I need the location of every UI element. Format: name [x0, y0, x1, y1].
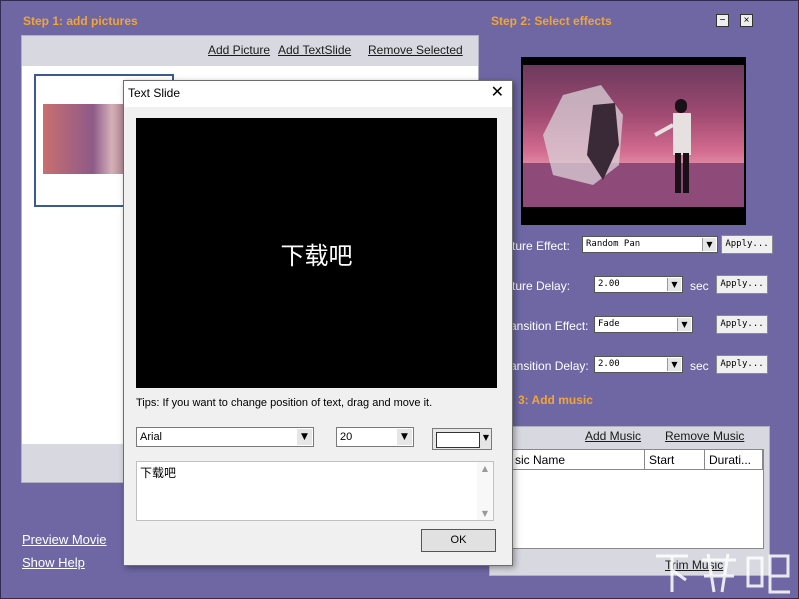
add-music-link[interactable]: Add Music [585, 429, 641, 443]
picture-effect-value: Random Pan [586, 239, 641, 249]
chevron-down-icon: ▼ [482, 433, 489, 442]
transition-effect-label: ansition Effect: [510, 319, 589, 333]
dialog-title: Text Slide [128, 86, 181, 100]
chevron-down-icon: ▼ [297, 429, 312, 445]
chevron-down-icon: ▼ [667, 358, 681, 371]
chevron-down-icon: ▼ [677, 318, 691, 331]
column-duration[interactable]: Durati... [705, 450, 763, 470]
close-icon[interactable]: ✕ [491, 84, 504, 102]
slide-text-preview[interactable]: 下载吧 [136, 236, 497, 271]
add-picture-link[interactable]: Add Picture [208, 43, 270, 57]
chevron-down-icon: ▼ [667, 278, 681, 291]
ok-button[interactable]: OK [421, 529, 496, 552]
slide-text-input[interactable]: 下载吧 ▲ ▼ [136, 461, 494, 521]
vertical-scrollbar[interactable]: ▲ ▼ [477, 462, 493, 520]
apply-transition-delay-button[interactable]: Apply... [716, 355, 768, 374]
preview-movie-link[interactable]: Preview Movie [22, 532, 107, 547]
column-start[interactable]: Start [645, 450, 705, 470]
text-slide-dialog: Text Slide ✕ 下载吧 Tips: If you want to ch… [123, 80, 513, 566]
transition-delay-unit: sec [690, 359, 709, 373]
picture-effect-label: ture Effect: [512, 239, 570, 253]
watermark-logo-icon [656, 553, 790, 594]
preview-image [523, 65, 744, 207]
step2-title: Step 2: Select effects [491, 14, 612, 28]
color-swatch [436, 432, 480, 448]
close-window-button[interactable]: × [740, 14, 753, 27]
transition-effect-value: Fade [598, 319, 620, 329]
preview-panel [521, 57, 746, 225]
minimize-button[interactable]: − [716, 14, 729, 27]
picture-delay-label: ture Delay: [512, 279, 571, 293]
text-color-picker[interactable]: ▼ [432, 428, 492, 450]
picture-delay-unit: sec [690, 279, 709, 293]
remove-selected-link[interactable]: Remove Selected [368, 43, 463, 57]
dialog-titlebar[interactable]: Text Slide ✕ [124, 81, 512, 107]
transition-delay-value: 2.00 [598, 359, 620, 369]
column-music-name[interactable]: sic Name [511, 450, 645, 470]
show-help-link[interactable]: Show Help [22, 555, 85, 570]
picture-effect-select[interactable]: Random Pan ▼ [582, 236, 718, 253]
tips-text: Tips: If you want to change position of … [136, 397, 433, 409]
font-select[interactable]: Arial ▼ [136, 427, 314, 447]
step3-title: 3: Add music [518, 393, 593, 407]
font-value: Arial [140, 431, 163, 443]
add-textslide-link[interactable]: Add TextSlide [278, 43, 351, 57]
app-window: Step 1: add pictures Step 2: Select effe… [0, 0, 799, 599]
transition-effect-select[interactable]: Fade ▼ [594, 316, 693, 333]
transition-delay-select[interactable]: 2.00 ▼ [594, 356, 683, 373]
apply-picture-effect-button[interactable]: Apply... [721, 235, 773, 254]
transition-delay-label: ansition Delay: [510, 359, 589, 373]
apply-picture-delay-button[interactable]: Apply... [716, 275, 768, 294]
chevron-down-icon: ▼ [397, 429, 412, 445]
preview-figures-icon [523, 85, 744, 207]
picture-delay-value: 2.00 [598, 279, 620, 289]
font-size-select[interactable]: 20 ▼ [336, 427, 414, 447]
music-table[interactable]: sic Name Start Durati... [510, 449, 764, 549]
apply-transition-effect-button[interactable]: Apply... [716, 315, 768, 334]
chevron-down-icon: ▼ [702, 238, 716, 251]
text-slide-canvas[interactable]: 下载吧 [136, 118, 497, 388]
remove-music-link[interactable]: Remove Music [665, 429, 744, 443]
slide-text-value: 下载吧 [140, 466, 177, 480]
picture-delay-select[interactable]: 2.00 ▼ [594, 276, 683, 293]
font-size-value: 20 [340, 431, 353, 443]
step1-title: Step 1: add pictures [23, 14, 138, 28]
